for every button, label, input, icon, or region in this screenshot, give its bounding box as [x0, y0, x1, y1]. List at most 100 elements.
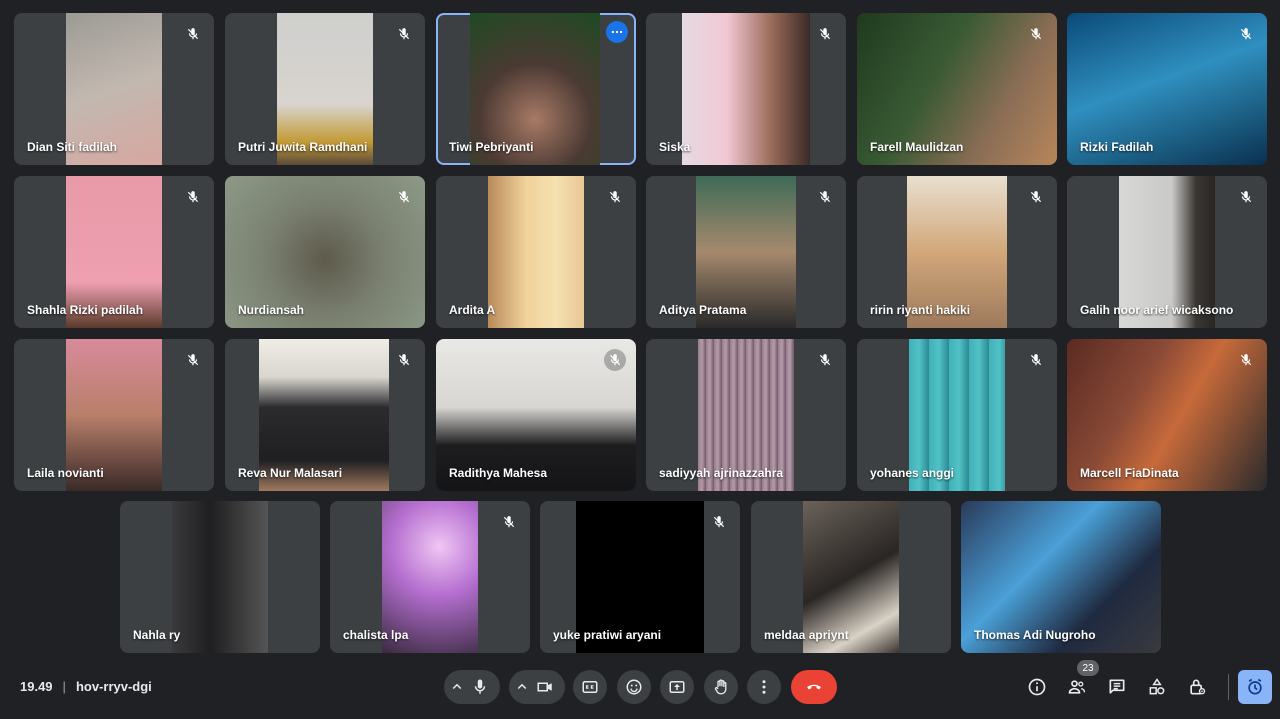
people-button[interactable]	[1065, 675, 1089, 699]
participant-name: Putri Juwita Ramdhani	[238, 140, 368, 154]
people-icon	[1068, 680, 1086, 694]
participant-tile[interactable]: meldaa apriynt	[751, 501, 951, 653]
participant-tile[interactable]: Reva Nur Malasari	[225, 339, 425, 491]
participant-tile[interactable]: Galih noor arief wicaksono	[1067, 176, 1267, 328]
captions-button[interactable]	[573, 670, 607, 704]
closed-captions-icon	[582, 681, 598, 693]
participant-video	[488, 176, 584, 328]
muted-mic-icon	[1025, 349, 1047, 371]
participant-name: Farell Maulidzan	[870, 140, 964, 154]
participant-tile-active-speaker[interactable]: Tiwi Pebriyanti	[436, 13, 636, 165]
participant-tile[interactable]: Dian Siti fadilah	[14, 13, 214, 165]
participant-name: Tiwi Pebriyanti	[449, 140, 534, 154]
participant-name: Aditya Pratama	[659, 303, 747, 317]
camera-control[interactable]	[509, 670, 565, 704]
participant-tile[interactable]: Shahla Rizki padilah	[14, 176, 214, 328]
participant-tile[interactable]: Marcell FiaDinata	[1067, 339, 1267, 491]
participant-name: sadiyyah ajrinazzahra	[659, 466, 784, 480]
meeting-details-button[interactable]	[1025, 675, 1049, 699]
muted-mic-icon	[1025, 186, 1047, 208]
participant-tile[interactable]: yohanes anggi	[857, 339, 1057, 491]
present-screen-icon	[669, 681, 685, 693]
participant-tile[interactable]: Aditya Pratama	[646, 176, 846, 328]
participant-name: Rizki Fadilah	[1080, 140, 1154, 154]
participant-tile[interactable]: yuke pratiwi aryani	[540, 501, 740, 653]
chevron-up-icon[interactable]	[448, 678, 466, 696]
participant-name: chalista lpa	[343, 628, 409, 642]
participant-tile[interactable]: Nahla ry	[120, 501, 320, 653]
muted-mic-icon	[1235, 186, 1257, 208]
raise-hand-icon	[714, 679, 727, 695]
participant-tile[interactable]: Thomas Adi Nugroho	[961, 501, 1161, 653]
participant-tile[interactable]: Laila novianti	[14, 339, 214, 491]
participant-tile[interactable]: ririn riyanti hakiki	[857, 176, 1057, 328]
participant-tile[interactable]: Siska	[646, 13, 846, 165]
muted-mic-icon	[1235, 349, 1257, 371]
muted-mic-icon	[393, 23, 415, 45]
participant-tile[interactable]: Nurdiansah	[225, 176, 425, 328]
meeting-code[interactable]: hov-rryv-dgi	[76, 679, 152, 694]
info-icon	[1028, 678, 1046, 696]
more-options-icon[interactable]	[606, 21, 628, 43]
participant-name: Nahla ry	[133, 628, 181, 642]
participant-name: Dian Siti fadilah	[27, 140, 118, 154]
muted-mic-icon	[814, 186, 836, 208]
participant-name: yohanes anggi	[870, 466, 955, 480]
muted-mic-icon	[393, 349, 415, 371]
participant-name: Nurdiansah	[238, 303, 305, 317]
participant-name: Marcell FiaDinata	[1080, 466, 1179, 480]
muted-mic-icon	[814, 349, 836, 371]
muted-mic-icon	[708, 511, 730, 533]
emoji-reactions-button[interactable]	[617, 670, 651, 704]
participant-tile[interactable]: Ardita A	[436, 176, 636, 328]
divider	[1228, 674, 1229, 700]
participant-tile[interactable]: sadiyyah ajrinazzahra	[646, 339, 846, 491]
host-controls-icon	[1190, 679, 1206, 695]
activities-button[interactable]	[1145, 675, 1169, 699]
call-end-icon	[807, 684, 821, 690]
timer-button[interactable]	[1238, 670, 1272, 704]
timer-icon	[1248, 678, 1262, 695]
chat-icon	[1109, 679, 1125, 694]
participant-name: Radithya Mahesa	[449, 466, 548, 480]
participant-name: Shahla Rizki padilah	[27, 303, 144, 317]
participant-count-badge: 23	[1077, 660, 1099, 676]
participant-name: Laila novianti	[27, 466, 104, 480]
more-vert-icon	[762, 680, 766, 694]
microphone-control[interactable]	[444, 670, 500, 704]
participant-tile[interactable]: Putri Juwita Ramdhani	[225, 13, 425, 165]
chat-button[interactable]	[1105, 675, 1129, 699]
participant-video	[172, 501, 268, 653]
meeting-info: 19.49 | hov-rryv-dgi	[20, 679, 152, 694]
chevron-up-icon[interactable]	[513, 678, 531, 696]
participant-name: yuke pratiwi aryani	[553, 628, 662, 642]
muted-mic-icon	[498, 511, 520, 533]
raise-hand-button[interactable]	[704, 670, 738, 704]
leave-call-button[interactable]	[791, 670, 837, 704]
muted-mic-icon	[1235, 23, 1257, 45]
muted-mic-icon	[814, 23, 836, 45]
participant-name: ririn riyanti hakiki	[870, 303, 971, 317]
muted-mic-icon	[182, 349, 204, 371]
microphone-icon[interactable]	[466, 672, 494, 702]
activities-icon	[1149, 678, 1165, 695]
participant-tile[interactable]: Farell Maulidzan	[857, 13, 1057, 165]
emoji-icon	[626, 679, 642, 695]
participant-video	[682, 13, 810, 165]
participant-tile[interactable]: Radithya Mahesa	[436, 339, 636, 491]
participant-name: Reva Nur Malasari	[238, 466, 343, 480]
muted-mic-icon	[1025, 23, 1047, 45]
muted-mic-icon	[182, 23, 204, 45]
participant-name: Thomas Adi Nugroho	[974, 628, 1096, 642]
participant-tile[interactable]: Rizki Fadilah	[1067, 13, 1267, 165]
participant-name: Siska	[659, 140, 691, 154]
participant-name: Ardita A	[449, 303, 496, 317]
more-options-button[interactable]	[747, 670, 781, 704]
separator: |	[62, 679, 66, 694]
muted-mic-icon	[604, 186, 626, 208]
muted-mic-icon	[393, 186, 415, 208]
video-camera-icon[interactable]	[531, 672, 559, 702]
participant-tile[interactable]: chalista lpa	[330, 501, 530, 653]
host-controls-button[interactable]	[1185, 675, 1209, 699]
present-screen-button[interactable]	[660, 670, 694, 704]
